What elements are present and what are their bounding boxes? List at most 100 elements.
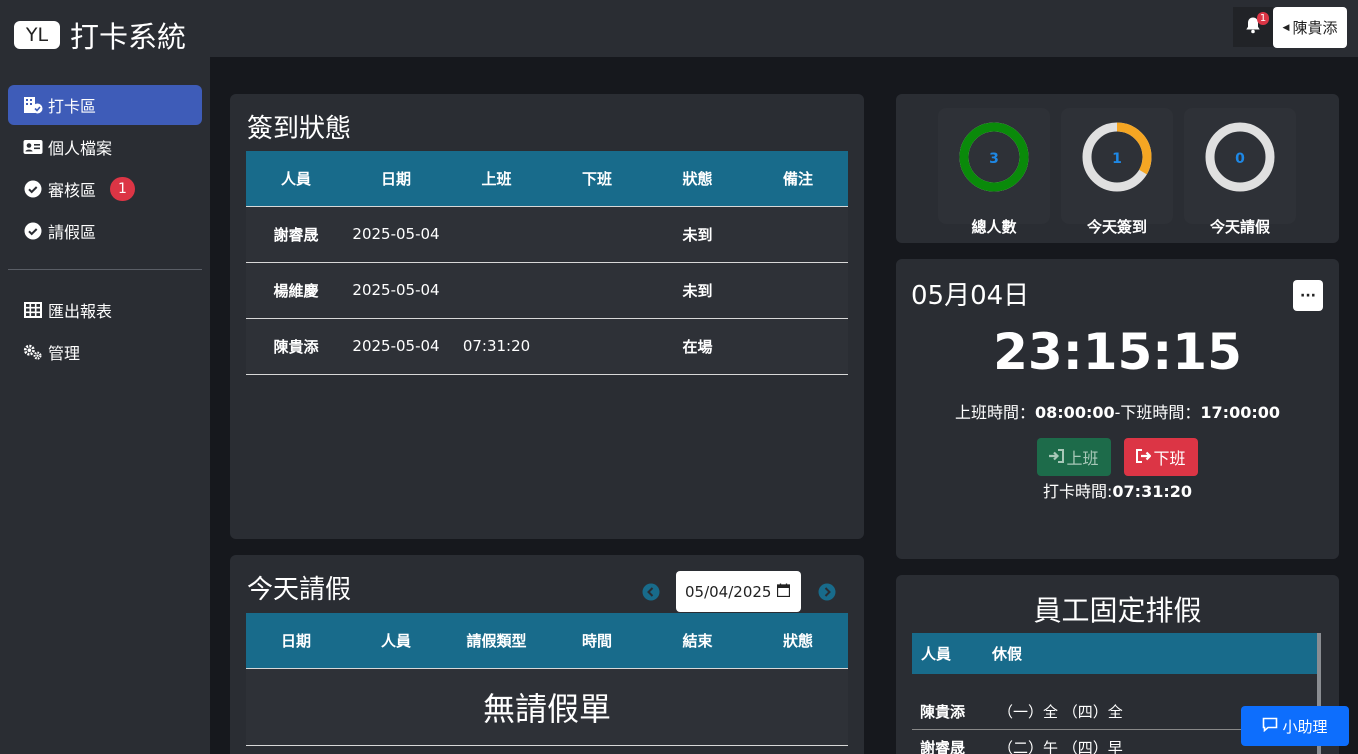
chat-icon: [1262, 717, 1278, 736]
sidebar-item-label: 管理: [48, 344, 81, 363]
column-header: 休假: [992, 645, 1023, 663]
column-header: 人員: [246, 151, 346, 206]
checkin-table: 人員 日期 上班 下班 狀態 備注 謝睿晟 2025-05-04 未到 楊維慶 …: [246, 151, 848, 375]
more-button[interactable]: ···: [1293, 280, 1323, 311]
sidebar-item-leave[interactable]: 請假區: [8, 211, 202, 251]
work-end-time: 17:00:00: [1200, 403, 1280, 422]
brand-title: 打卡系統: [70, 20, 187, 54]
column-header: 備注: [748, 151, 848, 206]
punch-label: 打卡時間:: [1043, 482, 1113, 501]
clock-card: 05月04日 ··· 23:15:15 上班時間：08:00:00-下班時間：1…: [896, 259, 1339, 559]
clock-in-button[interactable]: 上班: [1037, 438, 1111, 476]
cell-date: 2025-05-04: [346, 205, 446, 262]
cell-name: 楊維慶: [246, 261, 346, 318]
column-header: 人員: [346, 613, 446, 668]
sidebar: YL 打卡系統 打卡區 個人檔案 審核區 1 請假區 匯出報表 管理: [0, 0, 210, 754]
today-leave-title: 今天請假: [247, 575, 352, 605]
sidebar-item-export[interactable]: 匯出報表: [8, 290, 202, 330]
cell-in: [446, 261, 547, 318]
cell-in: 07:31:20: [446, 317, 547, 375]
work-start-label: 上班時間：: [955, 403, 1036, 422]
sidebar-item-checkin[interactable]: 打卡區: [8, 85, 202, 125]
cell-date: 2025-05-04: [346, 317, 446, 375]
cell-status: 在場: [647, 317, 748, 375]
stat-on-leave: 0 今天請假: [1184, 108, 1296, 236]
stat-label: 今天請假: [1209, 218, 1270, 236]
table-header-row: 人員 休假: [912, 633, 1318, 674]
brand[interactable]: YL 打卡系統: [14, 14, 186, 56]
notification-count-badge: 1: [1257, 12, 1269, 25]
sidebar-divider: [8, 269, 202, 270]
clock-out-button[interactable]: 下班: [1124, 438, 1198, 476]
table-row: 楊維慶 2025-05-04 未到: [246, 261, 848, 318]
user-menu-button[interactable]: ◀ 陳貴添: [1273, 7, 1347, 48]
table-icon: [23, 300, 43, 320]
sidebar-item-label: 請假區: [48, 223, 97, 242]
cell-note: [748, 261, 848, 318]
empty-message: 無請假單: [246, 667, 848, 746]
id-card-icon: [23, 137, 43, 157]
leave-table: 日期 人員 請假類型 時間 結束 狀態 無請假單: [246, 613, 848, 746]
column-header: 下班: [547, 151, 647, 206]
clock-time: 23:15:15: [993, 323, 1242, 381]
work-end-label: 下班時間：: [1120, 403, 1201, 422]
sidebar-item-label: 個人檔案: [48, 139, 113, 158]
sidebar-item-label: 審核區: [48, 181, 97, 200]
stat-value: 1: [1112, 151, 1122, 167]
checkin-status-card: 簽到狀態 人員 日期 上班 下班 狀態 備注 謝睿晟 2025-05-04 未到: [230, 94, 864, 539]
cell-name: 謝睿晟: [920, 739, 966, 754]
column-header: 狀態: [647, 151, 748, 206]
punch-time: 打卡時間:07:31:20: [896, 478, 1339, 502]
date-input[interactable]: 05/04/2025: [676, 571, 801, 612]
top-bar: [210, 0, 1358, 57]
cell-out: [547, 205, 647, 262]
cell-in: [446, 205, 547, 262]
clock-in-label: 上班: [1066, 449, 1099, 468]
column-header: 上班: [446, 151, 547, 206]
clock-out-label: 下班: [1153, 449, 1186, 468]
cell-name: 陳貴添: [246, 317, 346, 375]
assistant-button[interactable]: 小助理: [1241, 706, 1349, 746]
ellipsis-icon: ···: [1300, 287, 1316, 304]
sidebar-item-label: 打卡區: [48, 97, 97, 116]
column-header: 請假類型: [446, 613, 547, 668]
sidebar-item-review[interactable]: 審核區 1: [8, 169, 202, 209]
work-start-time: 08:00:00: [1035, 403, 1115, 422]
column-header: 日期: [346, 151, 446, 206]
today-leave-card: 今天請假 05/04/2025 日期 人員 請假類型 時間 結束 狀態 無請假單: [230, 555, 864, 754]
prev-date-icon[interactable]: [642, 583, 660, 605]
sidebar-item-manage[interactable]: 管理: [8, 332, 202, 372]
caret-left-icon: ◀: [1282, 22, 1290, 33]
assistant-label: 小助理: [1282, 717, 1328, 736]
cell-date: 2025-05-04: [346, 261, 446, 318]
cell-note: [748, 205, 848, 262]
table-header-row: 日期 人員 請假類型 時間 結束 狀態: [246, 613, 848, 668]
stat-label: 總人數: [971, 218, 1017, 236]
cell-status: 未到: [647, 205, 748, 262]
sidebar-item-label: 匯出報表: [48, 302, 113, 321]
calendar-icon: [777, 583, 791, 601]
clock-date: 05月04日: [911, 281, 1030, 311]
stats-card: 3 總人數 1 今天簽到 0 今天請假: [896, 94, 1339, 243]
table-row: 謝睿晟 2025-05-04 未到: [246, 205, 848, 262]
stat-value: 3: [989, 151, 999, 167]
cell-status: 未到: [647, 261, 748, 318]
column-header: 結束: [647, 613, 748, 668]
work-hours: 上班時間：08:00:00-下班時間：17:00:00: [896, 399, 1339, 423]
punch-time-value: 07:31:20: [1112, 482, 1192, 501]
date-value: 05/04/2025: [685, 582, 772, 601]
column-header: 時間: [547, 613, 647, 668]
cell-out: [547, 317, 647, 375]
next-date-icon[interactable]: [818, 583, 836, 605]
gears-icon: [23, 342, 43, 362]
check-circle-icon: [23, 221, 43, 241]
stat-value: 0: [1235, 151, 1245, 167]
cell-days: （二）午 （四）早: [998, 739, 1123, 754]
brand-logo: YL: [14, 21, 60, 49]
user-name: 陳貴添: [1292, 19, 1338, 37]
column-header: 狀態: [748, 613, 848, 668]
sidebar-item-profile[interactable]: 個人檔案: [8, 127, 202, 167]
cell-out: [547, 261, 647, 318]
column-header: 人員: [921, 645, 952, 663]
sign-out-icon: [1136, 448, 1153, 467]
